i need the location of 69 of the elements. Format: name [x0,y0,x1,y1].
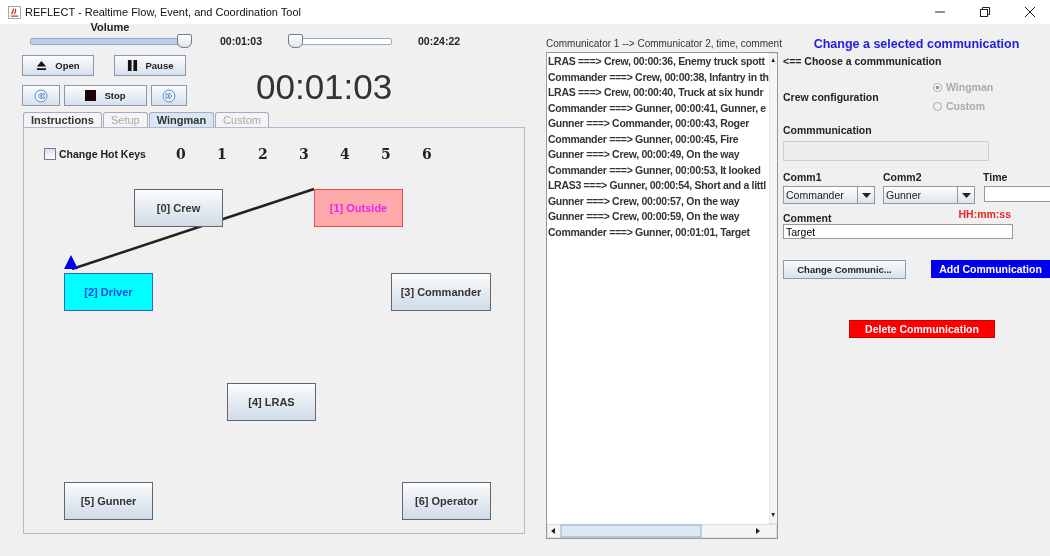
communication-item[interactable]: Commander ===> Gunner, 00:00:45, Fire [547,131,769,147]
change-communication-button[interactable]: Change Communic... [783,260,906,279]
diagram-node[interactable]: [2] Driver [64,273,153,311]
editor-title: Change a selected communication [812,37,1021,51]
comm1-dropdown[interactable]: Commander [783,186,875,204]
position-slider[interactable] [290,37,393,45]
communication-item[interactable]: Commander ===> Gunner, 00:01:01, Target [547,224,769,240]
tab[interactable]: Instructions [23,112,102,127]
time-format-hint: HH:mm:ss [958,208,1011,222]
communication-item[interactable]: LRAS3 ===> Gunner, 00:00:54, Short and a littl [547,178,769,194]
communication-item[interactable]: Commander ===> Gunner, 00:00:41, Gunner, e [547,100,769,116]
stop-button[interactable]: Stop [64,85,147,106]
fast-forward-icon [162,88,176,103]
caret-icon [961,192,971,198]
communication-item[interactable]: Gunner ===> Commander, 00:00:43, Roger [547,116,769,132]
rewind-icon [34,88,48,103]
window-title: REFLECT - Realtime Flow, Event, and Coordination Tool [25,6,301,18]
comm1-label: Comm1 [783,171,823,183]
communication-label: Commmunication [783,124,873,136]
diagram-node[interactable]: [0] Crew [134,189,223,227]
comm2-label: Comm2 [883,171,923,183]
restore-icon[interactable] [980,7,990,17]
add-communication-button[interactable]: Add Communication [931,260,1050,278]
pause-button[interactable]: Pause [114,55,186,76]
communication-item[interactable]: LRAS ===> Crew, 00:00:36, Enemy truck spott [547,54,769,70]
time-label: Time [983,171,1009,183]
elapsed-time: 00:01:03 [220,35,263,47]
caret-icon [861,192,871,198]
comment-label: Comment [783,212,832,224]
eject-icon [36,60,48,71]
diagram-node[interactable]: [3] Commander [391,273,491,311]
horizontal-scrollbar[interactable] [547,524,777,538]
hot-key-number: 2 [258,146,269,162]
diagram-node[interactable]: [4] LRAS [227,383,316,421]
rewind-button[interactable] [22,85,60,106]
list-header: Communicator 1 --> Communicator 2, time, comment [546,38,783,51]
hot-key-number: 6 [422,146,433,162]
stop-icon [85,90,97,101]
hot-key-number: 3 [299,146,310,162]
communication-item[interactable]: LRAS ===> Crew, 00:00:40, Truck at six hundr [547,85,769,101]
comment-field[interactable]: Target [783,224,1013,239]
tab[interactable]: Wingman [148,112,215,127]
clock-display: 00:01:03 [256,67,393,107]
volume-label: Volume [89,21,131,33]
hot-key-number: 0 [176,146,187,162]
communication-item[interactable]: Gunner ===> Crew, 00:00:59, On the way [547,209,769,225]
pause-icon [126,60,138,71]
communication-item[interactable]: Gunner ===> Crew, 00:00:57, On the way [547,193,769,209]
total-time: 00:24:22 [418,35,461,47]
forward-button[interactable] [151,85,187,106]
time-field[interactable] [984,186,1050,202]
volume-slider[interactable] [30,37,190,45]
hot-key-number: 4 [340,146,351,162]
open-button[interactable]: Open [22,55,94,76]
communication-item[interactable]: Commander ===> Crew, 00:00:38, Infantry in th [547,69,769,85]
choose-hint: <== Choose a commmunication [783,55,943,67]
communication-item[interactable]: Gunner ===> Crew, 00:00:49, On the way [547,147,769,163]
diagram-node[interactable]: [5] Gunner [64,482,153,520]
delete-communication-button[interactable]: Delete Communication [849,320,995,338]
crew-label: Crew configuration [783,90,880,103]
close-icon[interactable] [1025,7,1035,17]
vertical-scrollbar[interactable] [768,53,777,524]
comm2-dropdown[interactable]: Gunner [883,186,975,204]
app-icon [8,5,21,19]
diagram-node[interactable]: [6] Operator [402,482,491,520]
hot-keys-checkbox[interactable]: Change Hot Keys [44,148,176,160]
hot-key-number: 5 [381,146,392,162]
communication-item[interactable]: Commander ===> Gunner, 00:00:53, It looked [547,162,769,178]
hot-key-number: 1 [217,146,228,162]
